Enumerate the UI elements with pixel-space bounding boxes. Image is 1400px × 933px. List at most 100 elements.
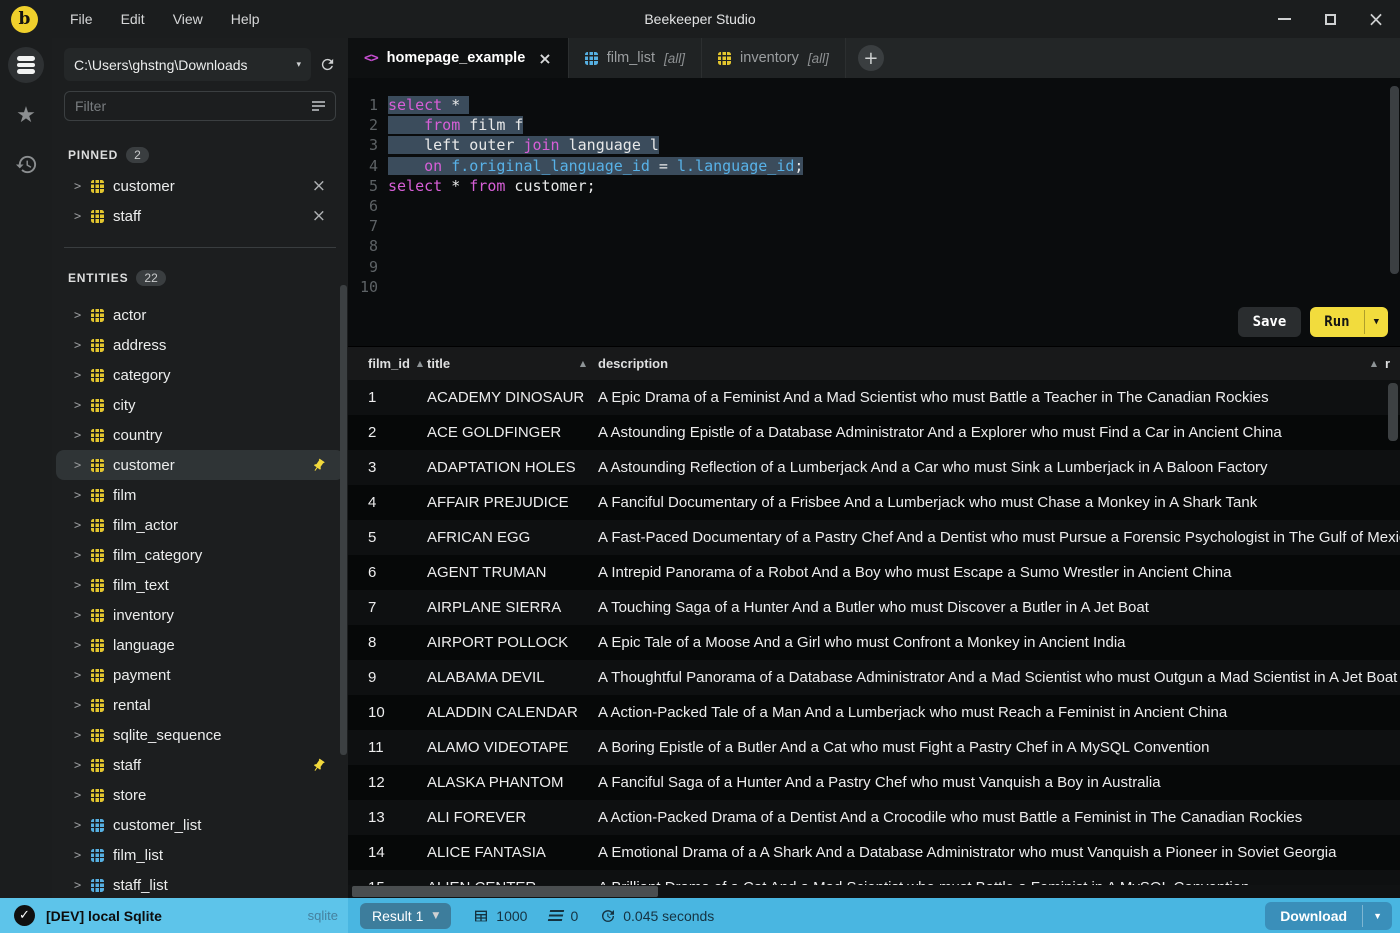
menu-help[interactable]: Help (217, 0, 274, 38)
download-button[interactable]: Download ▼ (1265, 901, 1392, 930)
entity-item-inventory[interactable]: > inventory (56, 600, 344, 630)
cell-title[interactable]: ADAPTATION HOLES (427, 459, 598, 476)
cell-film_id[interactable]: 3 (348, 459, 427, 476)
cell-description[interactable]: A Intrepid Panorama of a Robot And a Boy… (598, 564, 1400, 581)
pinned-item-staff[interactable]: > staff × (56, 201, 344, 231)
close-tab-icon[interactable]: × (538, 49, 551, 68)
tab-homepage_example[interactable]: <> homepage_example × (348, 38, 569, 78)
editor-scrollbar[interactable] (1390, 86, 1399, 274)
entity-item-film_text[interactable]: > film_text (56, 570, 344, 600)
chevron-right-icon[interactable]: > (74, 668, 82, 682)
cell-title[interactable]: ACADEMY DINOSAUR (427, 389, 598, 406)
cell-film_id[interactable]: 5 (348, 529, 427, 546)
entity-item-country[interactable]: > country (56, 420, 344, 450)
history-button[interactable] (8, 149, 44, 185)
cell-film_id[interactable]: 9 (348, 669, 427, 686)
chevron-right-icon[interactable]: > (74, 488, 82, 502)
cell-title[interactable]: AGENT TRUMAN (427, 564, 598, 581)
pin-icon[interactable] (311, 458, 334, 473)
table-row[interactable]: 14 ALICE FANTASIA A Emotional Drama of a A… (348, 835, 1400, 870)
pinned-item-customer[interactable]: > customer × (56, 171, 344, 201)
table-row[interactable]: 10 ALADDIN CALENDAR A Action-Packed Tale o… (348, 695, 1400, 730)
cell-film_id[interactable]: 14 (348, 844, 427, 861)
table-row[interactable]: 12 ALASKA PHANTOM A Fanciful Saga of a Hun… (348, 765, 1400, 800)
entity-item-store[interactable]: > store (56, 780, 344, 810)
menu-view[interactable]: View (159, 0, 217, 38)
cell-title[interactable]: AFFAIR PREJUDICE (427, 494, 598, 511)
tab-film_list[interactable]: film_list [all] (568, 38, 703, 78)
minimize-icon[interactable] (1276, 11, 1292, 27)
entity-item-address[interactable]: > address (56, 330, 344, 360)
cell-description[interactable]: A Fanciful Saga of a Hunter And a Pastry… (598, 774, 1400, 791)
sidebar-scrollbar[interactable] (340, 285, 347, 755)
chevron-right-icon[interactable]: > (74, 398, 82, 412)
chevron-right-icon[interactable]: > (74, 788, 82, 802)
table-row[interactable]: 2 ACE GOLDFINGER A Astounding Epistle of a… (348, 415, 1400, 450)
chevron-right-icon[interactable]: > (74, 878, 82, 892)
cell-film_id[interactable]: 7 (348, 599, 427, 616)
cell-description[interactable]: A Fanciful Documentary of a Frisbee And … (598, 494, 1400, 511)
chevron-right-icon[interactable]: > (74, 548, 82, 562)
chevron-right-icon[interactable]: > (74, 368, 82, 382)
chevron-right-icon[interactable]: > (74, 179, 82, 193)
close-icon[interactable]: × (1368, 7, 1385, 31)
chevron-right-icon[interactable]: > (74, 308, 82, 322)
unpin-icon[interactable]: × (312, 206, 326, 226)
column-header-description[interactable]: description ▲ (598, 356, 1385, 371)
chevron-right-icon[interactable]: > (74, 209, 82, 223)
cell-description[interactable]: A Astounding Reflection of a Lumberjack … (598, 459, 1400, 476)
save-button[interactable]: Save (1237, 307, 1302, 337)
connection-status[interactable]: ✓ [DEV] local Sqlite sqlite (0, 898, 348, 933)
table-row[interactable]: 4 AFFAIR PREJUDICE A Fanciful Documentary … (348, 485, 1400, 520)
cell-film_id[interactable]: 13 (348, 809, 427, 826)
entity-item-language[interactable]: > language (56, 630, 344, 660)
menu-file[interactable]: File (56, 0, 107, 38)
entity-item-film[interactable]: > film (56, 480, 344, 510)
table-row[interactable]: 5 AFRICAN EGG A Fast-Paced Documentary of … (348, 520, 1400, 555)
entity-item-sqlite_sequence[interactable]: > sqlite_sequence (56, 720, 344, 750)
cell-title[interactable]: AFRICAN EGG (427, 529, 598, 546)
entity-item-actor[interactable]: > actor (56, 300, 344, 330)
cell-film_id[interactable]: 10 (348, 704, 427, 721)
pin-icon[interactable] (311, 758, 334, 773)
cell-description[interactable]: A Thoughtful Panorama of a Database Admi… (598, 669, 1400, 686)
tab-inventory[interactable]: inventory [all] (702, 38, 846, 78)
chevron-right-icon[interactable]: > (74, 638, 82, 652)
cell-title[interactable]: ALABAMA DEVIL (427, 669, 598, 686)
entity-item-category[interactable]: > category (56, 360, 344, 390)
table-row[interactable]: 11 ALAMO VIDEOTAPE A Boring Epistle of a B… (348, 730, 1400, 765)
cell-description[interactable]: A Touching Saga of a Hunter And a Butler… (598, 599, 1400, 616)
cell-film_id[interactable]: 4 (348, 494, 427, 511)
run-button[interactable]: Run ▼ (1310, 307, 1388, 337)
chevron-right-icon[interactable]: > (74, 728, 82, 742)
cell-description[interactable]: A Epic Drama of a Feminist And a Mad Sci… (598, 389, 1400, 406)
entity-item-rental[interactable]: > rental (56, 690, 344, 720)
cell-description[interactable]: A Emotional Drama of a A Shark And a Dat… (598, 844, 1400, 861)
table-row[interactable]: 7 AIRPLANE SIERRA A Touching Saga of a Hun… (348, 590, 1400, 625)
table-row[interactable]: 1 ACADEMY DINOSAUR A Epic Drama of a Femin… (348, 380, 1400, 415)
cell-film_id[interactable]: 6 (348, 564, 427, 581)
entity-item-city[interactable]: > city (56, 390, 344, 420)
table-row[interactable]: 9 ALABAMA DEVIL A Thoughtful Panorama of a… (348, 660, 1400, 695)
unpin-icon[interactable]: × (312, 176, 326, 196)
cell-film_id[interactable]: 12 (348, 774, 427, 791)
cell-title[interactable]: ALAMO VIDEOTAPE (427, 739, 598, 756)
table-horizontal-scrollbar[interactable] (352, 886, 658, 897)
download-label[interactable]: Download (1265, 902, 1362, 930)
cell-title[interactable]: ALI FOREVER (427, 809, 598, 826)
cell-film_id[interactable]: 1 (348, 389, 427, 406)
result-selector[interactable]: Result 1 ▼ (360, 902, 452, 929)
entity-item-customer[interactable]: > customer (56, 450, 344, 480)
chevron-right-icon[interactable]: > (74, 428, 82, 442)
download-dropdown-icon[interactable]: ▼ (1362, 904, 1392, 927)
entity-item-customer_list[interactable]: > customer_list (56, 810, 344, 840)
database-tab-button[interactable] (8, 47, 44, 83)
run-label[interactable]: Run (1310, 307, 1363, 337)
favorites-button[interactable]: ★ (8, 98, 44, 134)
chevron-right-icon[interactable]: > (74, 338, 82, 352)
cell-description[interactable]: A Action-Packed Drama of a Dentist And a… (598, 809, 1400, 826)
cell-title[interactable]: AIRPLANE SIERRA (427, 599, 598, 616)
chevron-right-icon[interactable]: > (74, 578, 82, 592)
cell-title[interactable]: ALADDIN CALENDAR (427, 704, 598, 721)
cell-description[interactable]: A Fast-Paced Documentary of a Pastry Che… (598, 529, 1400, 546)
